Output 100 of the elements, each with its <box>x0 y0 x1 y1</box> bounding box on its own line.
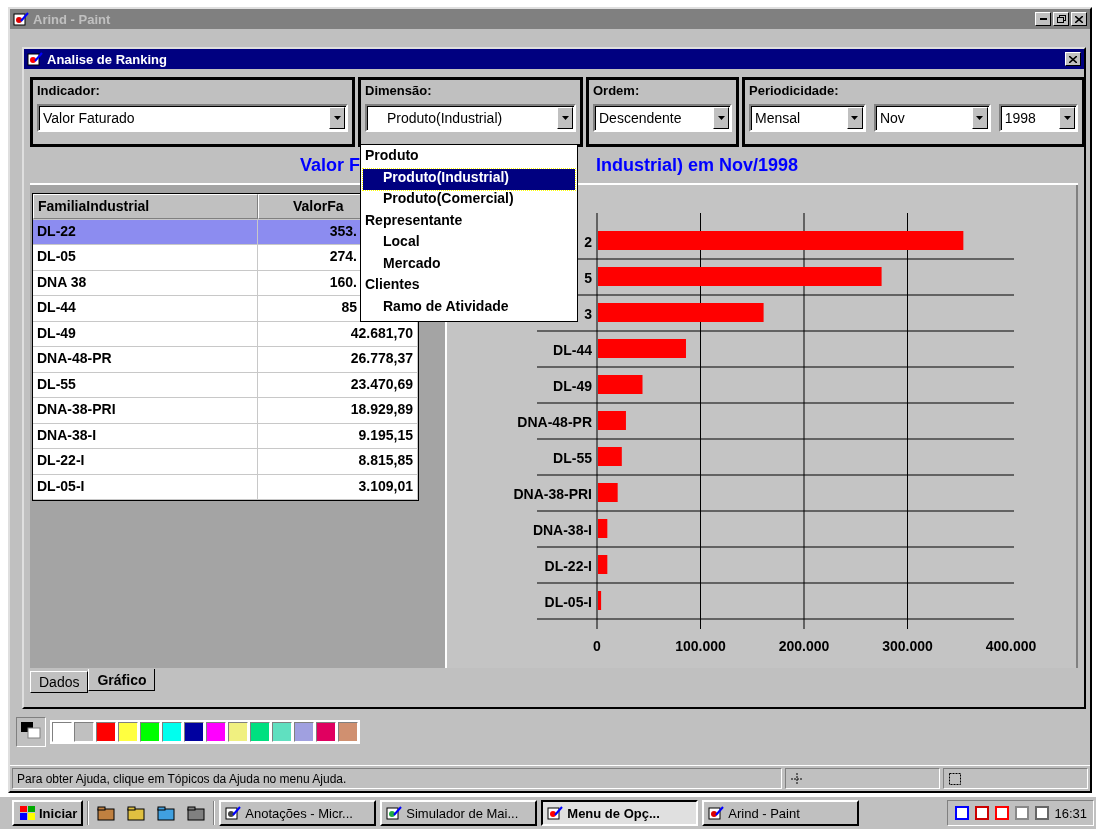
caret-icon <box>976 116 984 120</box>
column-header[interactable]: FamiliaIndustrial <box>33 194 258 219</box>
start-button[interactable]: Iniciar <box>12 800 84 826</box>
color-swatch[interactable] <box>74 722 94 742</box>
tray-icon[interactable] <box>1034 805 1051 821</box>
chart-title: Valor F <box>300 154 361 176</box>
dropdown-option[interactable]: Produto(Industrial) <box>363 168 575 190</box>
dropdown-button[interactable] <box>971 107 988 129</box>
dropdown-button[interactable] <box>846 107 863 129</box>
dropdown-field[interactable]: Valor Faturado <box>37 104 348 132</box>
axis-tick-label: 300.000 <box>882 638 933 654</box>
dropdown-field[interactable]: Produto(Industrial) <box>365 104 576 132</box>
category-label: DL-05-I <box>544 594 592 610</box>
minimize-button[interactable] <box>1035 12 1051 26</box>
color-swatch[interactable] <box>52 722 72 742</box>
color-swatch[interactable] <box>162 722 182 742</box>
chart-title: Industrial) em Nov/1998 <box>596 154 799 176</box>
tray-icon[interactable] <box>994 805 1011 821</box>
restore-icon <box>1056 15 1066 23</box>
folder-icon <box>187 805 206 821</box>
filter-label: Indicador: <box>37 83 101 98</box>
folder-icon <box>127 805 146 821</box>
color-swatch[interactable] <box>338 722 358 742</box>
axis-tick-label: 100.000 <box>675 638 726 654</box>
window-title: Arind - Paint <box>33 11 111 27</box>
filter-label: Ordem: <box>593 83 641 98</box>
color-swatch[interactable] <box>140 722 160 742</box>
color-swatch[interactable] <box>294 722 314 742</box>
filter-label: Dimensão: <box>365 83 433 98</box>
bar <box>598 591 602 610</box>
dropdown-field[interactable]: 1998 <box>998 104 1078 132</box>
category-label: DL-49 <box>553 378 592 394</box>
bar <box>598 375 643 394</box>
dropdown-field[interactable]: Mensal <box>749 104 866 132</box>
category-label: DL-44 <box>553 342 592 358</box>
dropdown-button[interactable] <box>557 107 573 129</box>
bar <box>598 555 608 574</box>
axis-tick-label: 200.000 <box>778 638 830 654</box>
paint-icon <box>547 805 564 821</box>
color-swatch[interactable] <box>228 722 248 742</box>
status-text: Para obter Ajuda, clique em Tópicos da Ajuda no menu Ajuda. <box>17 771 347 786</box>
category-label: 5 <box>584 270 592 286</box>
taskbar-button[interactable]: Arind - Paint <box>702 800 860 826</box>
category-label: DL-55 <box>553 450 592 466</box>
color-swatch[interactable] <box>118 722 138 742</box>
color-swatch[interactable] <box>250 722 270 742</box>
color-swatch[interactable] <box>272 722 292 742</box>
color-swatch[interactable] <box>96 722 116 742</box>
taskbar-button[interactable]: Simulador de Mai... <box>380 800 538 826</box>
bar <box>598 519 608 538</box>
close-button[interactable] <box>1071 12 1087 26</box>
dropdown-button[interactable] <box>329 107 345 129</box>
color-swatch[interactable] <box>206 722 226 742</box>
dropdown-option[interactable]: Produto <box>363 147 575 169</box>
color-swatch[interactable] <box>316 722 336 742</box>
category-label: 3 <box>584 306 592 322</box>
close-button[interactable] <box>1065 52 1081 66</box>
category-label: DNA-38-PRI <box>513 486 592 502</box>
dropdown-button[interactable] <box>1059 107 1075 129</box>
tray-icon[interactable] <box>974 805 991 821</box>
caret-icon <box>561 116 569 120</box>
bar <box>598 411 626 430</box>
current-colors-icon <box>16 717 46 747</box>
caret-icon <box>717 116 725 120</box>
paint-icon <box>708 805 725 821</box>
taskbar-button[interactable]: Anotações - Micr... <box>219 800 377 826</box>
category-label: 2 <box>584 234 592 250</box>
tab[interactable]: Dados <box>30 671 89 693</box>
caret-icon <box>1063 116 1071 120</box>
dialog-title: Analise de Ranking <box>47 51 167 67</box>
caret-icon <box>333 116 341 120</box>
paint-icon <box>386 805 403 821</box>
close-icon <box>1075 15 1083 23</box>
caret-icon <box>851 116 859 120</box>
clock: 16:31 <box>1054 805 1087 821</box>
crosshair-icon <box>790 771 804 786</box>
dropdown-field[interactable]: Descendente <box>593 104 732 132</box>
bar <box>598 483 618 502</box>
taskbar-button[interactable]: Menu de Opç... <box>541 800 699 826</box>
close-icon <box>1069 55 1077 63</box>
bar <box>598 447 622 466</box>
table-cell: DL-22 <box>33 219 258 244</box>
tab[interactable]: Gráfico <box>88 669 156 691</box>
selection-size-icon <box>948 771 962 786</box>
axis-tick-label: 0 <box>593 638 601 654</box>
windows-logo-icon <box>18 805 36 821</box>
dropdown-field[interactable]: Nov <box>873 104 991 132</box>
paint-icon <box>225 805 242 821</box>
tray-icon[interactable] <box>954 805 971 821</box>
filter-label: Periodicidade: <box>749 83 840 98</box>
dropdown-button[interactable] <box>713 107 729 129</box>
minimize-icon <box>1039 18 1047 20</box>
category-label: DNA-38-I <box>532 522 592 538</box>
paint-icon <box>27 51 43 67</box>
color-swatch[interactable] <box>184 722 204 742</box>
category-label: DNA-48-PR <box>517 414 592 430</box>
folder-icon <box>97 805 116 821</box>
tray-icon[interactable] <box>1014 805 1031 821</box>
category-label: DL-22-I <box>544 558 592 574</box>
restore-button[interactable] <box>1053 12 1069 26</box>
